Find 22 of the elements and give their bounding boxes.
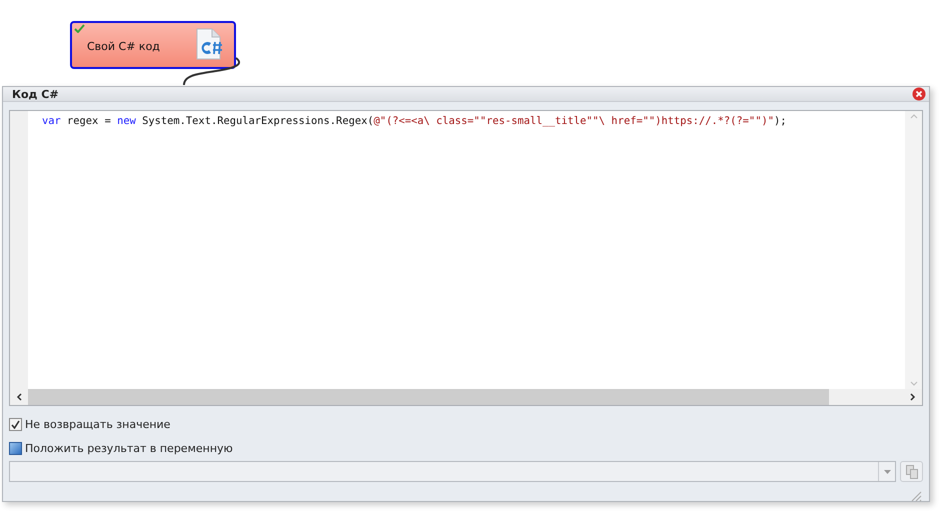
code-line: var regex = new System.Text.RegularExpressions.Regex(@"(?<=<a\ class=""res-small__title""\ href="")https://.*?(?="")"); [41, 114, 788, 129]
csharp-file-icon [194, 28, 224, 60]
horizontal-scrollbar[interactable] [10, 389, 922, 405]
scroll-right-icon[interactable] [910, 392, 916, 400]
copy-button[interactable] [900, 461, 923, 482]
code-editor[interactable]: var regex = new System.Text.RegularExpressions.Regex(@"(?<=<a\ class=""res-small__title""\ href="")https://.*?(?="")"); [9, 110, 923, 406]
checkbox[interactable] [9, 418, 22, 430]
resize-grip-icon[interactable] [910, 490, 922, 502]
dialog-title: Код C# [12, 88, 59, 100]
code-node[interactable]: Свой C# код [70, 21, 236, 69]
checkbox-label: Не возвращать значение [25, 418, 170, 430]
variable-dropdown[interactable] [9, 461, 896, 482]
scroll-down-icon[interactable] [910, 381, 918, 386]
checkbox[interactable] [9, 442, 22, 454]
dropdown-arrow-icon [884, 470, 890, 474]
node-label: Свой C# код [87, 40, 160, 53]
scroll-up-icon[interactable] [910, 114, 918, 119]
scroll-left-icon[interactable] [16, 392, 22, 400]
close-icon[interactable] [912, 87, 926, 101]
vertical-scrollbar[interactable] [905, 111, 922, 389]
checkbox-label: Положить результат в переменную [25, 442, 233, 454]
copy-icon [906, 464, 918, 478]
